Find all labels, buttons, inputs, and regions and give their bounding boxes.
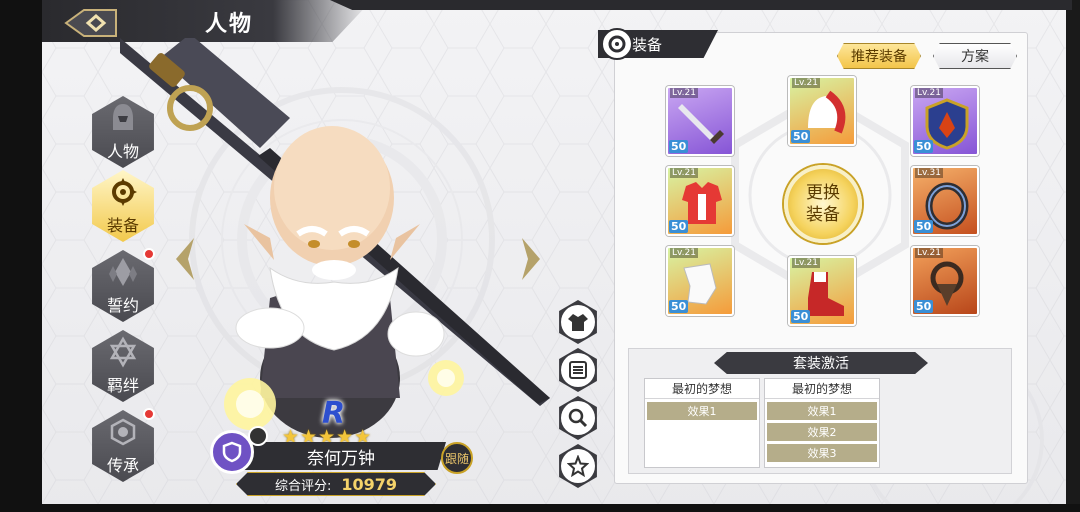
set-card: 最初的梦想 效果1 效果2 效果3 (764, 378, 880, 468)
page-title: 人物 (205, 12, 254, 37)
combat-score: 综合评分: 10979 (236, 472, 436, 496)
back-button[interactable] (62, 6, 120, 40)
shield-class-icon (222, 441, 242, 463)
item-level: Lv.21 (670, 88, 698, 98)
item-level: Lv.21 (915, 88, 943, 98)
item-level: Lv.21 (915, 248, 943, 258)
game-screen: 人物 人物 装备 誓约 羁绊 传承 R ★★★★★ 奈何万钟 跟随 综合评分: … (0, 0, 1080, 512)
item-star: 50 (914, 140, 934, 153)
equipment-slot-helmet[interactable]: Lv.21 50 (788, 76, 856, 146)
score-value: 10979 (341, 474, 398, 494)
item-level: Lv.21 (670, 168, 698, 178)
equipment-slot-gauntlet[interactable]: Lv.21 50 (666, 246, 734, 316)
recommend-equipment-button[interactable]: 推荐装备 (837, 43, 921, 69)
change-equipment-button[interactable]: 更换 装备 (784, 165, 862, 243)
header-strip (330, 0, 1072, 10)
item-star: 50 (669, 220, 689, 233)
equipment-slot-shield[interactable]: Lv.21 50 (911, 86, 979, 156)
item-level: Lv.21 (792, 258, 820, 268)
score-label: 综合评分: (274, 478, 332, 494)
screen-bezel-left (0, 0, 42, 512)
item-star: 50 (669, 140, 689, 153)
set-effect[interactable]: 效果3 (767, 444, 877, 462)
set-card: 最初的梦想 效果1 (644, 378, 760, 468)
equipment-slot-armor[interactable]: Lv.21 50 (666, 166, 734, 236)
set-name: 最初的梦想 (765, 379, 879, 399)
equipment-tab-label: 装备 (632, 35, 663, 54)
character-name: 奈何万钟 (236, 442, 446, 470)
item-star: 50 (791, 130, 811, 143)
equip-swirl-icon (601, 28, 633, 60)
back-arrow-icon (64, 9, 117, 37)
change-equipment-label-2: 装备 (806, 205, 840, 225)
item-level: Lv.21 (792, 78, 820, 88)
item-level: Lv.21 (670, 248, 698, 258)
set-effect[interactable]: 效果2 (767, 423, 877, 441)
item-level: Lv.31 (915, 168, 943, 178)
search-icon (568, 408, 588, 428)
screen-bezel-right (1066, 0, 1080, 512)
change-equipment-label-1: 更换 (806, 183, 840, 203)
plan-button[interactable]: 方案 (933, 43, 1017, 69)
follow-button[interactable]: 跟随 (441, 442, 473, 474)
character-illustration (120, 38, 550, 438)
set-activation-title: 套装激活 (714, 352, 928, 374)
item-star: 50 (914, 220, 934, 233)
screen-bezel-bottom (0, 504, 1080, 512)
item-star: 50 (791, 310, 811, 323)
item-star: 50 (914, 300, 934, 313)
outfit-icon (568, 314, 588, 331)
emote-icon (248, 426, 268, 446)
set-effect[interactable]: 效果1 (647, 402, 757, 420)
equipment-slot-weapon[interactable]: Lv.21 50 (666, 86, 734, 156)
set-effect[interactable]: 效果1 (767, 402, 877, 420)
set-name: 最初的梦想 (645, 379, 759, 399)
equipment-slot-ring[interactable]: Lv.31 50 (911, 166, 979, 236)
list-icon (569, 361, 587, 379)
star-icon (567, 455, 589, 477)
equipment-slot-amulet[interactable]: Lv.21 50 (911, 246, 979, 316)
item-star: 50 (669, 300, 689, 313)
equipment-slot-boots[interactable]: Lv.21 50 (788, 256, 856, 326)
